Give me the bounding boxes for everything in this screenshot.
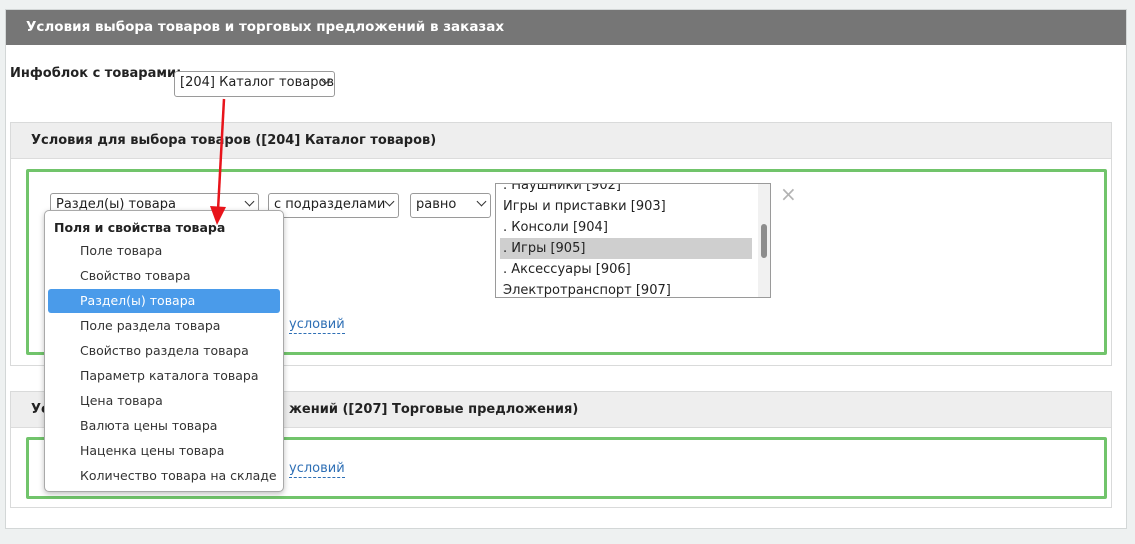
annotation-arrow-icon (210, 98, 226, 225)
